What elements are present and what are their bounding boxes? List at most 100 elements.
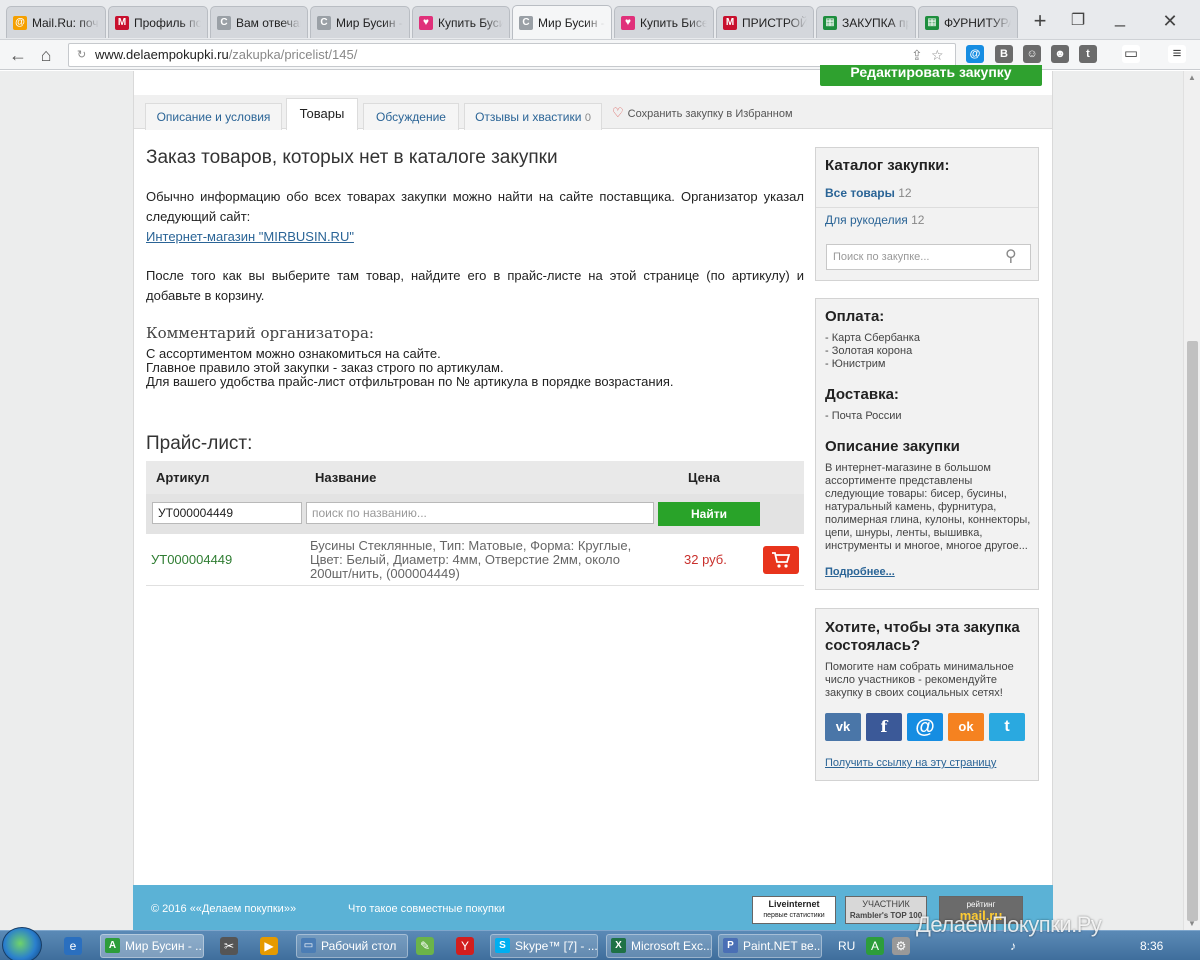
tab-reviews[interactable]: Отзывы и хвастики 0 xyxy=(464,103,602,130)
scroll-down-icon[interactable]: ▼ xyxy=(1188,919,1196,928)
edit-purchase-button[interactable]: Редактировать закупку xyxy=(820,65,1042,86)
vk-extension-icon[interactable]: B xyxy=(995,45,1013,63)
rambler-counter[interactable]: УЧАСТНИК Rambler's TOP 100 xyxy=(845,896,927,924)
delivery-title: Доставка: xyxy=(825,386,899,403)
ie-icon[interactable]: e xyxy=(64,937,82,955)
catalog-category-link[interactable]: Для рукоделия 12 xyxy=(825,213,924,227)
comment-line: Для вашего удобства прайс-лист отфильтро… xyxy=(146,374,674,389)
pinned-tool-icon[interactable]: ✎ xyxy=(416,937,434,955)
tab-discussion[interactable]: Обсуждение xyxy=(363,103,459,130)
share-icon[interactable]: ⇪ xyxy=(911,44,923,66)
browser-tab[interactable]: ▦ ФУРНИТУРА xyxy=(918,6,1018,38)
browser-tab[interactable]: ♥ Купить Бисер xyxy=(614,6,714,38)
facebook-share-button[interactable]: f xyxy=(866,713,902,741)
footer-what-link[interactable]: Что такое совместные покупки xyxy=(348,903,505,915)
browser-tab[interactable]: M Профиль пол xyxy=(108,6,208,38)
page-scrollbar[interactable]: ▲ ▼ xyxy=(1183,71,1200,930)
supplier-link[interactable]: Интернет-магазин "MIRBUSIN.RU" xyxy=(146,229,354,244)
scroll-thumb[interactable] xyxy=(1187,341,1198,921)
back-button[interactable]: ← xyxy=(6,43,30,67)
menu-icon[interactable]: ≡ xyxy=(1168,45,1186,63)
taskbar-item[interactable]: X Microsoft Exc... xyxy=(606,934,712,958)
yandex-browser-icon[interactable]: Y xyxy=(456,937,474,955)
sku-filter-input[interactable] xyxy=(152,502,302,524)
catalog-search-input[interactable] xyxy=(826,244,1031,270)
taskbar-item[interactable]: S Skype™ [7] - ... xyxy=(490,934,598,958)
find-button[interactable]: Найти xyxy=(658,502,760,526)
share-text: Помогите нам собрать минимальное число у… xyxy=(825,661,1014,699)
home-button[interactable]: ⌂ xyxy=(34,43,58,67)
catalog-category-label: Для рукоделия xyxy=(825,213,908,227)
page-info-icon[interactable]: ↻ xyxy=(77,44,86,66)
pinned-app-icon[interactable]: ✂ xyxy=(220,937,238,955)
description-more-link[interactable]: Подробнее... xyxy=(825,566,895,578)
tab-favicon-icon: ♥ xyxy=(419,15,433,30)
tab-count: 0 xyxy=(584,112,591,124)
scroll-up-icon[interactable]: ▲ xyxy=(1188,73,1196,82)
counter-top: Liveinternet xyxy=(768,899,820,909)
new-tab-button[interactable]: + xyxy=(1026,8,1054,36)
browser-tab[interactable]: C Мир Бусин - xyxy=(512,5,612,39)
tab-favicon-icon: @ xyxy=(13,15,27,30)
catalog-box: Каталог закупки: Все товары 12 Для рукод… xyxy=(815,147,1039,281)
browser-tab[interactable]: M ПРИСТРОЙ xyxy=(716,6,814,38)
restore-window-button[interactable]: ❐ xyxy=(1066,10,1090,34)
organizer-comment: С ассортиментом можно ознакомиться на са… xyxy=(146,347,674,389)
language-indicator[interactable]: RU xyxy=(838,931,855,960)
column-name: Название xyxy=(315,470,377,485)
address-bar[interactable]: ↻ www.delaempokupki.ru/zakupka/pricelist… xyxy=(68,43,956,67)
purchase-tabs: Описание и условия Товары Обсуждение Отз… xyxy=(134,95,1052,130)
vk-share-button[interactable]: vk xyxy=(825,713,861,741)
twitter-share-button[interactable]: t xyxy=(989,713,1025,741)
tab-favicon-icon: C xyxy=(217,15,231,30)
taskbar-item[interactable]: ▭ Рабочий стол xyxy=(296,934,408,958)
minimize-window-button[interactable]: _ xyxy=(1108,8,1132,34)
chat-extension-icon[interactable]: ▭ xyxy=(1122,45,1140,63)
liveinternet-counter[interactable]: Liveinternet первые статистики xyxy=(752,896,836,924)
comment-line: Главное правило этой закупки - заказ стр… xyxy=(146,360,504,375)
save-favorite-link[interactable]: ♡ Сохранить закупку в Избранном xyxy=(612,105,793,121)
table-header: Артикул Название Цена xyxy=(146,461,804,494)
tab-description[interactable]: Описание и условия xyxy=(145,103,282,130)
tab-products[interactable]: Товары xyxy=(286,98,358,130)
odnoklassniki-share-button[interactable]: ok xyxy=(948,713,984,741)
browser-tab[interactable]: C Мир Бусин - xyxy=(310,6,410,38)
tray-app-icon[interactable]: A xyxy=(866,937,884,955)
browser-tab-title: Мир Бусин - xyxy=(336,15,403,30)
payment-item: - Юнистрим xyxy=(825,358,886,370)
bookmark-star-icon[interactable]: ☆ xyxy=(931,44,944,66)
ok-extension-icon[interactable]: ☺ xyxy=(1023,45,1041,63)
search-icon[interactable]: ⚲ xyxy=(1005,246,1017,266)
catalog-all-link[interactable]: Все товары 12 xyxy=(825,186,912,200)
browser-tab[interactable]: C Вам отвечак xyxy=(210,6,308,38)
mailru-extension-icon[interactable]: @ xyxy=(966,45,984,63)
odnoklassniki-icon: ok xyxy=(958,719,974,734)
row-sku-link[interactable]: УТ000004449 xyxy=(151,552,232,567)
name-filter-input[interactable] xyxy=(306,502,654,524)
table-filter-row: Найти xyxy=(146,494,804,534)
share-title: Хотите, чтобы эта закупка состоялась? xyxy=(825,619,1020,654)
tab-label: Отзывы и хвастики xyxy=(475,110,582,124)
start-button[interactable] xyxy=(2,927,42,960)
url-domain: www.delaempokupki.ru xyxy=(95,47,229,62)
media-player-icon[interactable]: ▶ xyxy=(260,937,278,955)
volume-icon[interactable]: ♪ xyxy=(1004,937,1022,955)
browser-tab[interactable]: ▦ ЗАКУПКА пр xyxy=(816,6,916,38)
catalog-category-count: 12 xyxy=(911,213,925,227)
cart-icon xyxy=(772,551,791,568)
taskbar-item[interactable]: A Мир Бусин - ... xyxy=(100,934,204,958)
add-to-cart-button[interactable] xyxy=(763,546,799,574)
twitter-extension-icon[interactable]: t xyxy=(1079,45,1097,63)
tray-icon[interactable]: ⚙ xyxy=(892,937,910,955)
vk-icon: vk xyxy=(835,719,851,734)
moimir-extension-icon[interactable]: ☻ xyxy=(1051,45,1069,63)
browser-tab[interactable]: ♥ Купить Бусин xyxy=(412,6,510,38)
get-link-link[interactable]: Получить ссылку на эту страницу xyxy=(825,757,996,770)
clock[interactable]: 8:36 xyxy=(1140,931,1163,960)
mailru-share-button[interactable]: @ xyxy=(907,713,943,741)
browser-tab-title: Вам отвечак xyxy=(236,15,301,30)
tab-favicon-icon: C xyxy=(519,15,533,30)
browser-tab[interactable]: @ Mail.Ru: почт xyxy=(6,6,106,38)
taskbar-item[interactable]: P Paint.NET ве... xyxy=(718,934,822,958)
close-window-button[interactable]: ✕ xyxy=(1158,10,1182,34)
